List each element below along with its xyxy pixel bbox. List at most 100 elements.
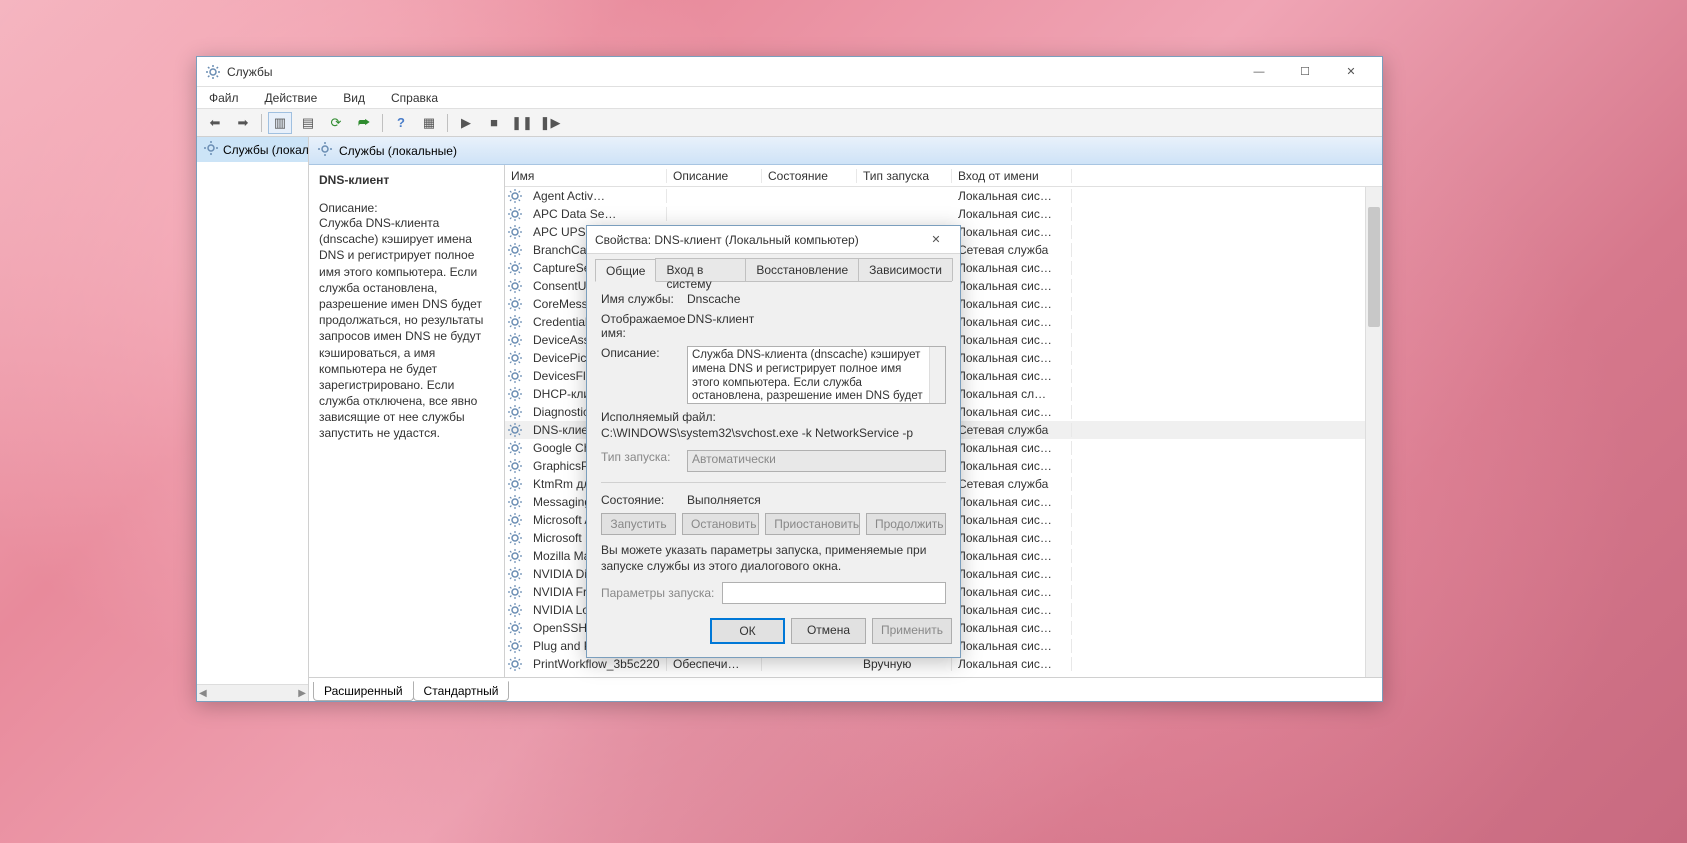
cell-logon: Сетевая служба (952, 477, 1072, 491)
col-desc[interactable]: Описание (667, 169, 762, 183)
col-name[interactable]: Имя (505, 169, 667, 183)
detail-desc-label: Описание: (319, 201, 494, 215)
gear-icon (507, 350, 523, 366)
pause-icon[interactable]: ❚❚ (510, 112, 534, 134)
cell-name: APC Data Se… (527, 207, 667, 221)
forward-icon[interactable]: ➡ (231, 112, 255, 134)
list-vscroll[interactable] (1365, 187, 1382, 677)
gear-icon (507, 512, 523, 528)
start-button[interactable]: Запустить (601, 513, 676, 535)
gear-icon (507, 602, 523, 618)
desc-scrollbar[interactable] (929, 347, 945, 403)
gear-icon (507, 188, 523, 204)
start-icon[interactable]: ▶ (454, 112, 478, 134)
apply-button[interactable]: Применить (872, 618, 952, 644)
desc-label: Описание: (601, 346, 687, 360)
tab-logon[interactable]: Вход в систему (655, 258, 746, 281)
resume-button[interactable]: Продолжить (866, 513, 946, 535)
gear-icon (507, 386, 523, 402)
refresh-icon[interactable]: ⟳ (324, 112, 348, 134)
minimize-button[interactable]: — (1236, 57, 1282, 87)
tree-hscroll[interactable]: ◀▶ (197, 684, 308, 701)
gear-icon (507, 656, 523, 672)
gear-icon (507, 314, 523, 330)
params-input[interactable] (722, 582, 946, 604)
gear-icon (507, 584, 523, 600)
cell-logon: Локальная сис… (952, 657, 1072, 671)
gear-icon (507, 548, 523, 564)
window-controls: — ☐ ✕ (1236, 57, 1374, 87)
show-tree-icon[interactable]: ▥ (268, 112, 292, 134)
titlebar[interactable]: Службы — ☐ ✕ (197, 57, 1382, 87)
svc-name-value: Dnscache (687, 292, 946, 306)
tree-pane: Службы (локальные) ◀▶ (197, 137, 309, 701)
cell-name: PrintWorkflow_3b5c220 (527, 657, 667, 671)
list-header-title-bar: Службы (локальные) (309, 137, 1382, 165)
menu-help[interactable]: Справка (385, 89, 444, 107)
cell-name: Agent Activ… (527, 189, 667, 203)
gear-icon (507, 296, 523, 312)
dialog-footer: ОК Отмена Применить (587, 610, 960, 652)
tab-standard[interactable]: Стандартный (413, 681, 510, 701)
list-header-title: Службы (локальные) (339, 144, 457, 158)
desc-textbox[interactable]: Служба DNS-клиента (dnscache) кэширует и… (687, 346, 946, 404)
params-label: Параметры запуска: (601, 586, 714, 600)
properties-icon[interactable]: ▤ (296, 112, 320, 134)
maximize-button[interactable]: ☐ (1282, 57, 1328, 87)
tab-extended[interactable]: Расширенный (313, 682, 414, 701)
tab-dependencies[interactable]: Зависимости (858, 258, 953, 281)
back-icon[interactable]: ⬅ (203, 112, 227, 134)
gear-icon (507, 278, 523, 294)
col-startup[interactable]: Тип запуска (857, 169, 952, 183)
menubar: Файл Действие Вид Справка (197, 87, 1382, 109)
cell-logon: Локальная сис… (952, 279, 1072, 293)
cancel-button[interactable]: Отмена (791, 618, 866, 644)
col-status[interactable]: Состояние (762, 169, 857, 183)
menu-view[interactable]: Вид (337, 89, 371, 107)
pause-button[interactable]: Приостановить (765, 513, 860, 535)
stop-icon[interactable]: ■ (482, 112, 506, 134)
dialog-close-button[interactable]: ✕ (920, 225, 952, 255)
menu-action[interactable]: Действие (259, 89, 324, 107)
gear-icon (507, 620, 523, 636)
gear-icon (507, 332, 523, 348)
service-row[interactable]: Agent Activ…Локальная сис… (505, 187, 1365, 205)
cell-logon: Локальная сис… (952, 567, 1072, 581)
dialog-titlebar[interactable]: Свойства: DNS-клиент (Локальный компьюте… (587, 226, 960, 254)
cell-logon: Локальная сис… (952, 297, 1072, 311)
close-button[interactable]: ✕ (1328, 57, 1374, 87)
window-title: Службы (227, 65, 1236, 79)
gear-icon (507, 530, 523, 546)
cell-logon: Сетевая служба (952, 423, 1072, 437)
gear-icon (317, 141, 333, 160)
dialog-title: Свойства: DNS-клиент (Локальный компьюте… (595, 233, 920, 247)
properties-dialog: Свойства: DNS-клиент (Локальный компьюте… (586, 225, 961, 658)
gear-icon (507, 242, 523, 258)
gear-icon (507, 440, 523, 456)
gear-icon (507, 368, 523, 384)
svc-name-label: Имя службы: (601, 292, 687, 306)
startup-type-select[interactable]: Автоматически (687, 450, 946, 472)
cell-logon: Локальная сис… (952, 639, 1072, 653)
cell-logon: Локальная сис… (952, 531, 1072, 545)
gear-icon (507, 206, 523, 222)
restart-icon[interactable]: ❚▶ (538, 112, 562, 134)
tab-general[interactable]: Общие (595, 259, 656, 282)
service-row[interactable]: APC Data Se…Локальная сис… (505, 205, 1365, 223)
col-logon[interactable]: Вход от имени (952, 169, 1072, 183)
menu-file[interactable]: Файл (203, 89, 245, 107)
export-icon[interactable]: ⮫ (352, 112, 376, 134)
scroll-thumb[interactable] (1368, 207, 1380, 327)
ok-button[interactable]: ОК (710, 618, 785, 644)
cell-logon: Локальная сис… (952, 261, 1072, 275)
cell-logon: Локальная сл… (952, 387, 1072, 401)
stop-button[interactable]: Остановить (682, 513, 759, 535)
cell-logon: Локальная сис… (952, 549, 1072, 563)
tree-item-services[interactable]: Службы (локальные) (197, 137, 308, 162)
list-icon[interactable]: ▦ (417, 112, 441, 134)
cell-logon: Локальная сис… (952, 621, 1072, 635)
tab-recovery[interactable]: Восстановление (745, 258, 859, 281)
detail-desc: Служба DNS-клиента (dnscache) кэширует и… (319, 215, 494, 442)
cell-logon: Локальная сис… (952, 225, 1072, 239)
help-icon[interactable]: ? (389, 112, 413, 134)
